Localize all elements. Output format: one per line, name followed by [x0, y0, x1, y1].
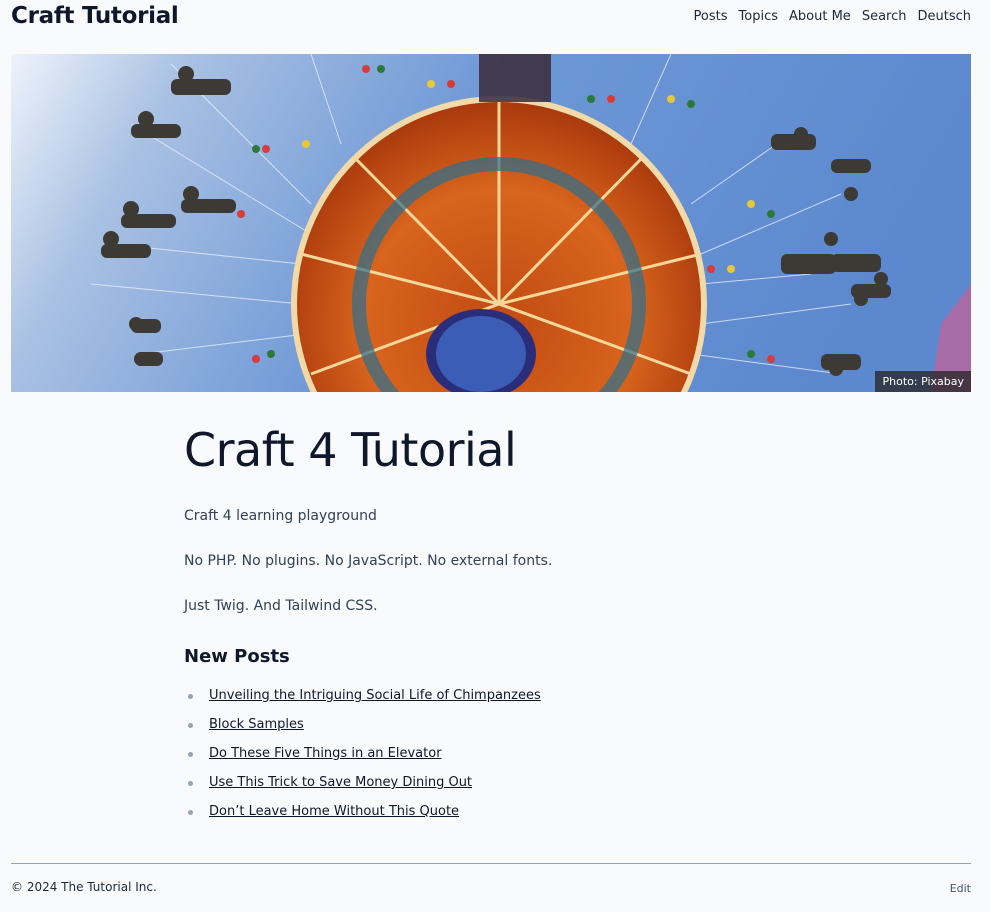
site-header: Craft Tutorial Posts Topics About Me Sea… [11, 0, 971, 32]
intro-paragraph-2: No PHP. No plugins. No JavaScript. No ex… [184, 553, 553, 569]
nav-about-me-link[interactable]: About Me [789, 9, 851, 24]
new-posts-list: Unveiling the Intriguing Social Life of … [184, 688, 541, 833]
post-link[interactable]: Block Samples [209, 717, 304, 732]
list-item: Block Samples [184, 717, 541, 746]
new-posts-heading: New Posts [184, 646, 290, 667]
post-link[interactable]: Use This Trick to Save Money Dining Out [209, 775, 472, 790]
site-title-link[interactable]: Craft Tutorial [11, 3, 179, 29]
nav-language-link[interactable]: Deutsch [917, 9, 971, 24]
nav-posts-link[interactable]: Posts [694, 9, 728, 24]
bullet-icon [188, 781, 193, 786]
nav-search-link[interactable]: Search [862, 9, 907, 24]
edit-link[interactable]: Edit [950, 882, 971, 895]
post-link[interactable]: Unveiling the Intriguing Social Life of … [209, 688, 541, 703]
footer-divider [11, 863, 971, 864]
list-item: Use This Trick to Save Money Dining Out [184, 775, 541, 804]
intro-paragraph-1: Craft 4 learning playground [184, 508, 377, 524]
bullet-icon [188, 810, 193, 815]
post-link[interactable]: Don’t Leave Home Without This Quote [209, 804, 459, 819]
page-title: Craft 4 Tutorial [184, 423, 517, 477]
hero-image: Photo: Pixabay [11, 54, 971, 392]
carousel-photo [11, 54, 971, 392]
bullet-icon [188, 694, 193, 699]
photo-caption: Photo: Pixabay [875, 371, 971, 392]
main-nav: Posts Topics About Me Search Deutsch [694, 9, 971, 24]
list-item: Unveiling the Intriguing Social Life of … [184, 688, 541, 717]
nav-topics-link[interactable]: Topics [739, 9, 778, 24]
intro-paragraph-3: Just Twig. And Tailwind CSS. [184, 598, 378, 614]
post-link[interactable]: Do These Five Things in an Elevator [209, 746, 442, 761]
list-item: Don’t Leave Home Without This Quote [184, 804, 541, 833]
main-content: Craft 4 Tutorial Craft 4 learning playgr… [184, 420, 784, 819]
copyright-text: © 2024 The Tutorial Inc. [11, 880, 157, 894]
bullet-icon [188, 752, 193, 757]
list-item: Do These Five Things in an Elevator [184, 746, 541, 775]
bullet-icon [188, 723, 193, 728]
